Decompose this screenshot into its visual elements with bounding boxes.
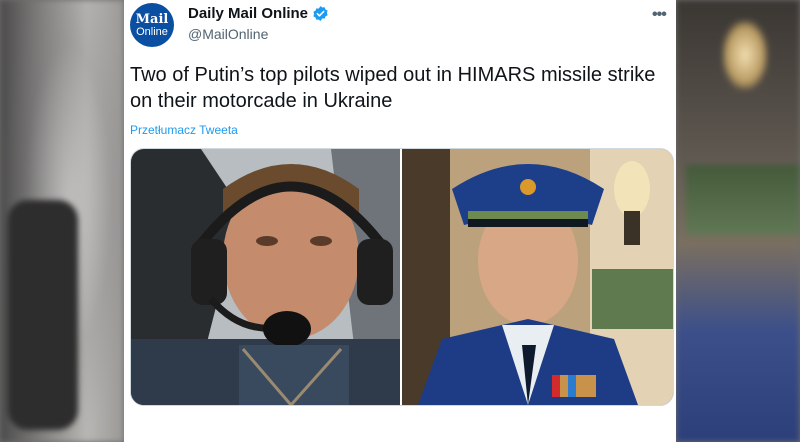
- blurred-background-left: [0, 0, 124, 442]
- pilot-helicopter-image: [131, 149, 400, 405]
- tweet-text: Two of Putin’s top pilots wiped out in H…: [130, 64, 656, 112]
- handle[interactable]: @MailOnline: [188, 26, 268, 42]
- pilot-uniform-image: [402, 149, 673, 405]
- avatar-logo-line2: Online: [136, 25, 168, 38]
- tweet-card[interactable]: Mail Online Daily Mail Online @MailOnlin…: [124, 0, 676, 442]
- verified-badge-icon: [313, 6, 328, 21]
- photo-pilot-uniform[interactable]: [402, 149, 673, 405]
- avatar-logo-line1: Mail: [135, 11, 169, 27]
- display-name[interactable]: Daily Mail Online: [188, 5, 308, 22]
- translate-tweet-link[interactable]: Przetłumacz Tweeta: [130, 123, 238, 137]
- tweet-media[interactable]: [130, 148, 674, 406]
- media-bottom-area: [130, 406, 672, 442]
- more-options-icon[interactable]: •••: [652, 6, 667, 24]
- blurred-background-right: [676, 0, 800, 442]
- photo-pilot-helicopter[interactable]: [131, 149, 400, 405]
- avatar[interactable]: Mail Online: [130, 3, 174, 47]
